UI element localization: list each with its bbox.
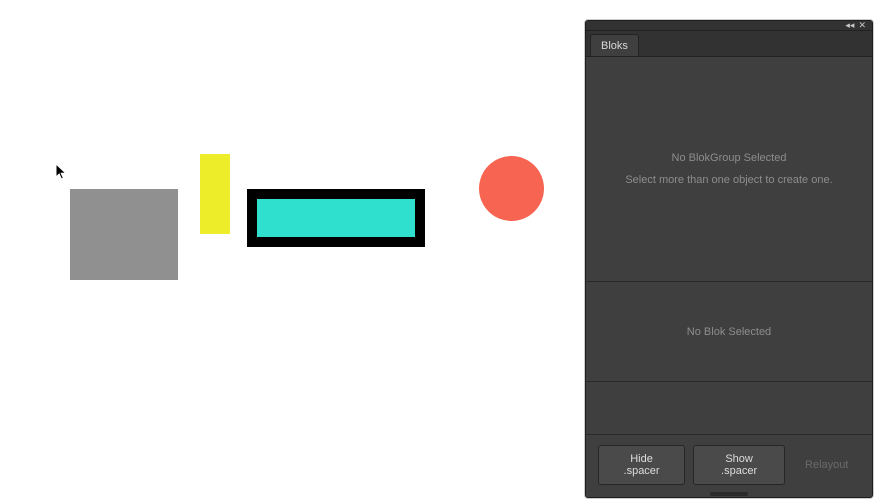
canvas[interactable]	[0, 0, 585, 500]
cursor-icon	[55, 163, 69, 186]
bloks-panel: ◂◂ ✕ Bloks No BlokGroup Selected Select …	[585, 20, 873, 498]
gray-rectangle[interactable]	[70, 189, 178, 280]
collapse-icon[interactable]: ◂◂	[845, 21, 854, 30]
tab-bloks[interactable]: Bloks	[590, 34, 639, 56]
hide-spacer-button[interactable]: Hide .spacer	[598, 445, 685, 485]
panel-resize-handle[interactable]	[710, 492, 748, 496]
red-circle[interactable]	[479, 156, 544, 221]
close-icon[interactable]: ✕	[858, 21, 866, 30]
blokgroup-empty-hint: Select more than one object to create on…	[625, 174, 832, 186]
blokgroup-section: No BlokGroup Selected Select more than o…	[586, 57, 872, 282]
yellow-rectangle[interactable]	[200, 154, 230, 234]
cyan-rectangle	[257, 199, 415, 237]
blok-section: No Blok Selected	[586, 282, 872, 382]
panel-tabbar: Bloks	[586, 31, 872, 57]
panel-header: ◂◂ ✕	[586, 21, 872, 31]
panel-button-row: Hide .spacer Show .spacer Relayout	[586, 434, 872, 497]
show-spacer-button[interactable]: Show .spacer	[693, 445, 785, 485]
blok-empty-title: No Blok Selected	[687, 326, 771, 338]
relayout-button: Relayout	[793, 452, 860, 478]
blokgroup-empty-title: No BlokGroup Selected	[672, 152, 787, 164]
cyan-rectangle-frame[interactable]	[247, 189, 425, 247]
panel-spacer	[586, 382, 872, 434]
